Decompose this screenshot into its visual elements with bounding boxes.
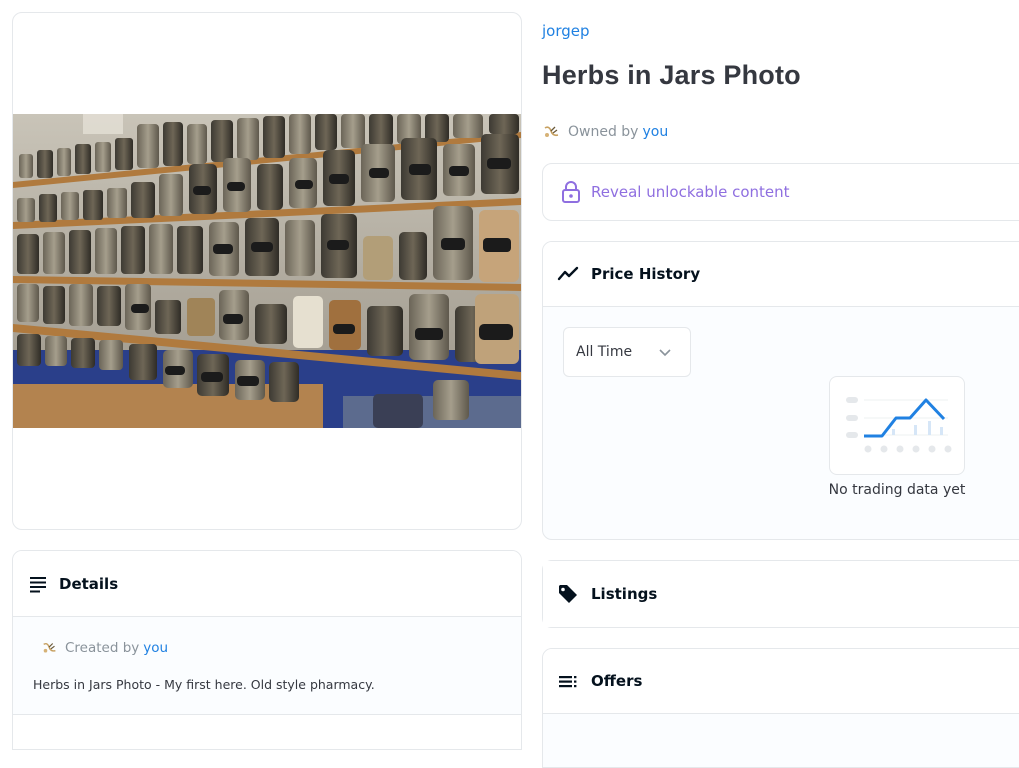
asset-image-card[interactable] [12,12,522,530]
price-history-title: Price History [591,265,701,283]
details-header[interactable]: Details [13,551,521,617]
created-by: Created by you [41,639,501,657]
owner-avatar-icon [544,126,559,137]
item-title: Herbs in Jars Photo [542,60,801,90]
no-trading-data-text: No trading data yet [828,482,966,498]
owned-by-prefix: Owned by [568,124,639,140]
chevron-down-icon [659,349,671,357]
empty-chart-icon [846,397,952,453]
empty-chart-illustration [829,376,965,475]
offers-body [543,714,1019,767]
details-panel: Details Created by you Herbs in Jars Pho… [12,550,522,750]
tag-icon [559,585,577,603]
creator-avatar-icon [43,642,56,653]
price-history-panel: Price History All Time No trading data y… [542,241,1019,540]
reveal-unlockable-label: Reveal unlockable content [591,183,790,201]
reveal-unlockable-button[interactable]: Reveal unlockable content [542,163,1019,221]
listings-title: Listings [591,585,658,603]
time-range-value: All Time [576,344,633,360]
item-description: Herbs in Jars Photo - My first here. Old… [33,677,375,692]
creator-link[interactable]: you [143,640,168,656]
owner-link[interactable]: you [642,124,668,140]
collection-link[interactable]: jorgep [542,22,590,40]
trending-icon [557,266,579,281]
offers-header[interactable]: Offers [543,649,1019,714]
time-range-select[interactable]: All Time [563,327,691,377]
list-icon [559,676,577,688]
details-body: Created by you Herbs in Jars Photo - My … [13,617,521,715]
offers-title: Offers [591,672,643,690]
asset-photo[interactable] [13,114,521,428]
owned-by: Owned by you [542,122,668,142]
offers-panel[interactable]: Offers [542,648,1019,768]
price-history-header[interactable]: Price History [543,242,1019,307]
listings-panel[interactable]: Listings [542,560,1019,628]
listings-header[interactable]: Listings [543,561,1019,627]
notes-icon [30,576,46,592]
details-title: Details [59,574,119,593]
lock-icon [562,181,580,203]
created-by-prefix: Created by [65,640,140,656]
